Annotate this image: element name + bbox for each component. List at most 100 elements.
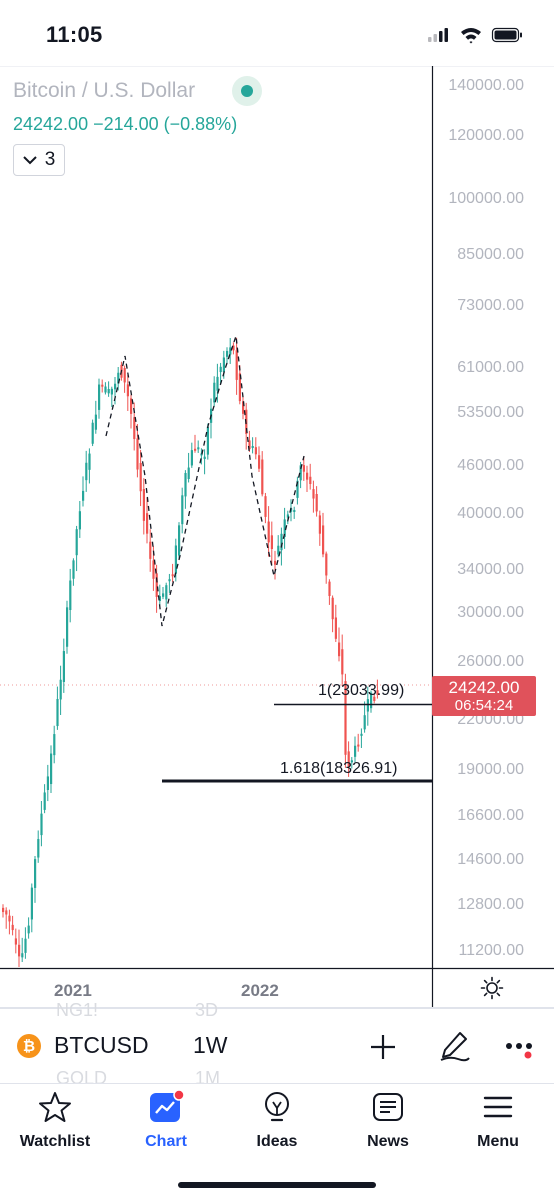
tab-watchlist[interactable]: Watchlist xyxy=(5,1090,105,1151)
candle-body xyxy=(293,509,296,512)
candle-body xyxy=(133,417,136,439)
news-icon xyxy=(373,1093,403,1121)
tab-news[interactable]: News xyxy=(338,1090,438,1151)
price-axis-label: 120000.00 xyxy=(448,127,524,144)
candle-body xyxy=(328,581,331,596)
candle-body xyxy=(267,521,270,543)
fib-label-1618: 1.618(18326.91) xyxy=(280,760,398,777)
indicator-count: 3 xyxy=(44,149,56,170)
symbol-title[interactable]: Bitcoin / U.S. Dollar xyxy=(13,79,195,103)
candle-body xyxy=(43,792,46,810)
price-axis-label: 100000.00 xyxy=(448,190,524,207)
indicators-toggle-button[interactable]: 3 xyxy=(13,144,65,176)
chevron-down-icon xyxy=(22,156,37,165)
battery-icon xyxy=(491,27,522,43)
chart-notification-dot-icon xyxy=(173,1089,185,1101)
candle-body xyxy=(181,495,184,525)
status-time: 11:05 xyxy=(46,22,103,47)
symbol-selector[interactable]: BTCUSD xyxy=(54,1032,149,1059)
candle-body xyxy=(174,545,177,574)
candle-body xyxy=(114,383,117,390)
ghost-symbol-above: NG1! xyxy=(56,1000,99,1020)
candle-body xyxy=(366,699,369,712)
candle-body xyxy=(27,925,30,934)
candle-body xyxy=(226,350,229,357)
candle-body xyxy=(312,489,315,499)
candle-body xyxy=(194,448,197,451)
candle-body xyxy=(354,745,357,757)
candle-body xyxy=(206,426,209,455)
candle-body xyxy=(104,386,107,393)
wifi-icon xyxy=(461,28,481,44)
candle-body xyxy=(136,438,139,470)
candle-body xyxy=(59,679,62,700)
candle-body xyxy=(50,753,53,785)
ghost-interval-above: 3D xyxy=(195,1000,219,1020)
interval-selector[interactable]: 1W xyxy=(193,1032,228,1059)
candle-body xyxy=(184,472,187,497)
candle-body xyxy=(162,593,165,597)
candle-body xyxy=(110,388,113,395)
market-status-indicator[interactable] xyxy=(232,76,262,106)
drawing-tools-icon[interactable] xyxy=(438,1030,470,1062)
candle-body xyxy=(229,347,232,355)
candle-body xyxy=(62,651,65,682)
wave-drawing xyxy=(105,335,305,627)
tab-ideas[interactable]: Ideas xyxy=(227,1090,327,1151)
star-icon xyxy=(39,1092,71,1122)
candle-body xyxy=(168,579,171,582)
tab-ideas-label: Ideas xyxy=(256,1133,298,1150)
candle-body xyxy=(309,476,312,485)
candle-body xyxy=(101,384,104,387)
candle-body xyxy=(34,859,37,888)
tab-menu[interactable]: Menu xyxy=(448,1090,548,1151)
price-axis-label: 40000.00 xyxy=(457,505,524,522)
tab-menu-label: Menu xyxy=(477,1133,519,1150)
add-plus-icon[interactable] xyxy=(370,1034,396,1060)
candle-body xyxy=(302,465,305,472)
candle-body xyxy=(139,462,142,492)
candle-body xyxy=(24,938,27,953)
chart-icon xyxy=(150,1089,185,1122)
menu-icon xyxy=(483,1096,513,1118)
candle-body xyxy=(306,472,309,480)
candle-body xyxy=(280,533,283,551)
candle-body xyxy=(85,462,88,481)
candle-body xyxy=(37,839,40,858)
candle-body xyxy=(187,467,190,479)
candle-body xyxy=(178,525,181,556)
candle-body xyxy=(357,744,360,747)
bar-countdown: 06:54:24 xyxy=(454,697,514,714)
candle-body xyxy=(270,535,273,550)
tab-chart[interactable]: Chart xyxy=(116,1089,216,1151)
live-dot-icon xyxy=(241,85,253,97)
candle-body xyxy=(203,456,206,460)
candle-body xyxy=(315,493,318,512)
candle-body xyxy=(69,580,72,611)
candle-body xyxy=(149,541,152,559)
status-indicators xyxy=(428,27,522,44)
candle-body xyxy=(171,574,174,577)
tab-watchlist-label: Watchlist xyxy=(19,1133,91,1150)
chart-settings-icon[interactable] xyxy=(480,976,504,1000)
candle-body xyxy=(146,513,149,534)
fib-label-1: 1(23033.99) xyxy=(318,682,405,699)
price-axis-label: 11200.00 xyxy=(458,942,524,959)
candle-body xyxy=(219,366,222,373)
candle-body xyxy=(78,511,81,530)
candle-body xyxy=(142,489,145,521)
candle-body xyxy=(107,389,110,394)
candle-body xyxy=(98,384,101,410)
price-axis-label: 14600.00 xyxy=(457,851,524,868)
candle-body xyxy=(46,776,49,791)
candles xyxy=(2,337,379,967)
candle-body xyxy=(14,938,17,945)
candle-body xyxy=(322,525,325,555)
price-axis-label: 73000.00 xyxy=(457,297,524,314)
candle-body xyxy=(222,357,225,373)
signal-icon xyxy=(428,28,448,42)
candle-body xyxy=(155,573,158,597)
candle-body xyxy=(30,887,33,920)
candle-body xyxy=(261,459,264,495)
more-options-icon[interactable] xyxy=(505,1038,535,1060)
